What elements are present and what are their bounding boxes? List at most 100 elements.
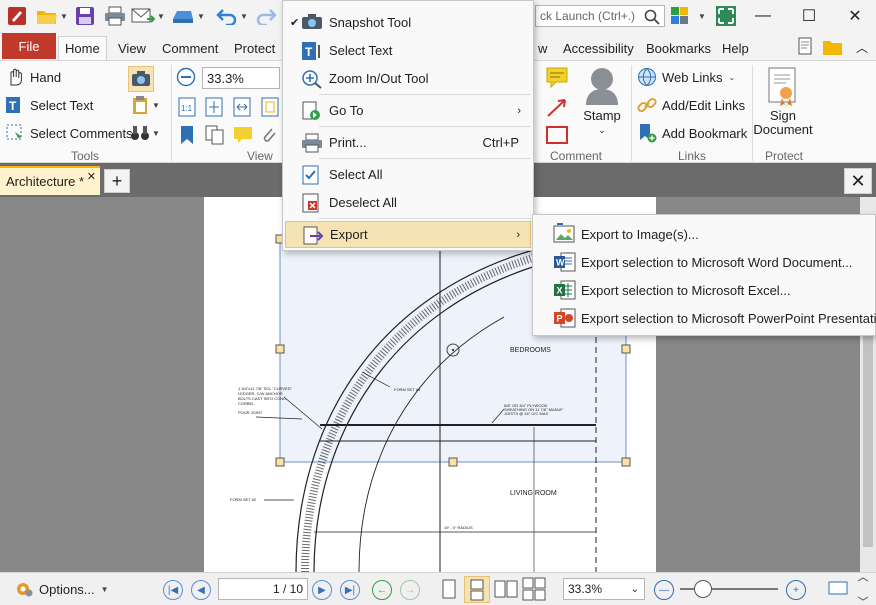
tab-comment[interactable]: Comment <box>156 36 224 60</box>
undo-icon[interactable]: ▼ <box>216 5 248 27</box>
clipboard-button[interactable]: ▼ <box>130 95 160 115</box>
stamp-icon <box>586 68 618 105</box>
select-comments-button[interactable]: Select Comments <box>5 123 133 143</box>
actual-size-button[interactable]: 1:1 <box>178 97 196 117</box>
snapshot-ribbon-button[interactable] <box>128 66 154 92</box>
group-divider <box>171 65 172 161</box>
select-text-button[interactable]: T Select Text <box>5 95 93 115</box>
next-page-button[interactable]: ▶ <box>312 580 332 600</box>
page-number-input[interactable]: 1 / 10 <box>218 578 308 600</box>
folder-settings-icon[interactable] <box>822 36 846 58</box>
screen-mode-button[interactable] <box>828 581 848 597</box>
menu-item-export-image[interactable]: Export to Image(s)... <box>535 220 873 248</box>
forward-view-button[interactable]: → <box>400 580 420 600</box>
close-document-button[interactable]: ✕ <box>844 168 872 194</box>
rectangle-tool-button[interactable] <box>545 125 569 145</box>
back-view-button[interactable]: ← <box>372 580 392 600</box>
arrow-tool-button[interactable] <box>545 97 569 119</box>
context-menu: ✔ Snapshot Tool T Select Text Zoom In/Ou… <box>282 0 534 251</box>
close-tab-icon[interactable]: ✕ <box>87 170 96 183</box>
menu-item-go-to[interactable]: Go To › <box>285 97 531 124</box>
tab-protect[interactable]: Protect <box>228 36 281 60</box>
tab-file[interactable]: File <box>2 33 56 59</box>
zoom-out-button[interactable] <box>176 67 196 87</box>
facing-continuous-view-button[interactable] <box>522 577 546 601</box>
close-window-button[interactable]: ✕ <box>832 0 876 32</box>
menu-item-print[interactable]: Print... Ctrl+P <box>285 129 531 156</box>
menu-item-snapshot-tool[interactable]: ✔ Snapshot Tool <box>285 9 531 36</box>
document-tab[interactable]: Architecture * ✕ <box>0 166 100 195</box>
fit-width-button[interactable] <box>233 97 251 117</box>
open-folder-icon[interactable]: ▼ <box>36 5 68 27</box>
tab-accessibility[interactable]: Accessibility <box>557 36 640 60</box>
resize-grip-icon <box>856 577 870 601</box>
ribbon-zoom-field[interactable]: 33.3% <box>202 67 280 89</box>
thumbnails-button[interactable] <box>205 125 225 145</box>
maximize-button[interactable]: ☐ <box>786 0 832 32</box>
menu-item-zoom-tool[interactable]: Zoom In/Out Tool <box>285 65 531 92</box>
menu-item-export-word[interactable]: W Export selection to Microsoft Word Doc… <box>535 248 873 276</box>
add-bookmark-icon <box>637 123 657 143</box>
svg-text:W: W <box>556 258 565 268</box>
web-links-button[interactable]: Web Links ⌄ <box>637 67 735 87</box>
fit-visible-icon <box>261 97 279 117</box>
gear-icon <box>14 579 34 599</box>
fit-width-icon <box>233 97 251 117</box>
comments-panel-button[interactable] <box>233 125 253 145</box>
email-icon[interactable]: ▼ <box>131 5 165 27</box>
save-icon[interactable] <box>75 5 95 27</box>
status-zoom-in-button[interactable]: + <box>786 580 806 600</box>
status-zoom-out-button[interactable]: — <box>654 580 674 600</box>
add-bookmark-button[interactable]: Add Bookmark <box>637 123 747 143</box>
tab-partial[interactable]: w <box>532 36 553 60</box>
facing-view-button[interactable] <box>494 579 518 599</box>
tab-help[interactable]: Help <box>716 36 755 60</box>
continuous-view-button[interactable] <box>464 576 490 603</box>
extensions-icon[interactable]: ▼ <box>670 5 706 27</box>
tab-bookmarks[interactable]: Bookmarks <box>640 36 717 60</box>
fit-page-button[interactable] <box>205 97 223 117</box>
sticky-note-button[interactable] <box>545 67 569 89</box>
search-icon[interactable] <box>644 9 660 28</box>
menu-item-deselect-all[interactable]: Deselect All <box>285 189 531 216</box>
hand-tool-button[interactable]: Hand <box>5 67 61 87</box>
find-button[interactable]: ▼ <box>130 123 160 143</box>
menu-item-select-text[interactable]: T Select Text <box>285 37 531 64</box>
menu-item-select-all[interactable]: Select All <box>285 161 531 188</box>
camera-icon <box>132 71 150 86</box>
document-properties-icon[interactable] <box>796 36 816 58</box>
tab-view[interactable]: View <box>112 36 152 60</box>
globe-icon <box>637 67 657 87</box>
print-icon[interactable] <box>104 5 126 27</box>
fullscreen-icon[interactable] <box>715 5 737 27</box>
single-page-view-button[interactable] <box>440 579 458 599</box>
facing-continuous-icon <box>522 577 546 601</box>
options-button[interactable]: Options... ▼ <box>14 579 109 599</box>
zoom-slider-thumb[interactable] <box>694 580 712 598</box>
app-logo-icon[interactable] <box>6 5 28 27</box>
menu-item-export[interactable]: Export › <box>285 221 531 248</box>
first-page-button[interactable]: |◀ <box>163 580 183 600</box>
quick-launch-search-input[interactable]: ck Launch (Ctrl+.) <box>535 5 665 27</box>
previous-page-button[interactable]: ◀ <box>191 580 211 600</box>
scanner-icon[interactable]: ▼ <box>171 5 205 27</box>
redo-icon[interactable] <box>255 5 277 27</box>
fit-visible-button[interactable] <box>261 97 279 117</box>
add-edit-links-button[interactable]: Add/Edit Links <box>637 95 745 115</box>
sign-document-button[interactable]: Sign Document <box>753 67 813 137</box>
menu-item-export-excel[interactable]: X Export selection to Microsoft Excel... <box>535 276 873 304</box>
attachments-button[interactable] <box>260 125 278 145</box>
menu-item-export-powerpoint[interactable]: P Export selection to Microsoft PowerPoi… <box>535 304 876 332</box>
zoom-select[interactable]: 33.3% ⌄ <box>563 578 645 600</box>
status-bar: Options... ▼ |◀ ◀ 1 / 10 ▶ ▶| ← → 33.3% … <box>0 572 876 605</box>
stamp-button[interactable]: Stamp ⌄ <box>580 65 624 137</box>
last-page-button[interactable]: ▶| <box>340 580 360 600</box>
tab-home[interactable]: Home <box>58 36 107 60</box>
select-comments-icon <box>5 123 25 143</box>
hand-icon <box>5 67 25 87</box>
minimize-button[interactable]: — <box>740 0 786 32</box>
new-tab-button[interactable]: + <box>104 169 130 193</box>
tools-group-label: Tools <box>71 149 100 163</box>
bookmark-view-button[interactable] <box>179 125 195 145</box>
collapse-ribbon-icon[interactable]: ︿ <box>856 36 868 58</box>
